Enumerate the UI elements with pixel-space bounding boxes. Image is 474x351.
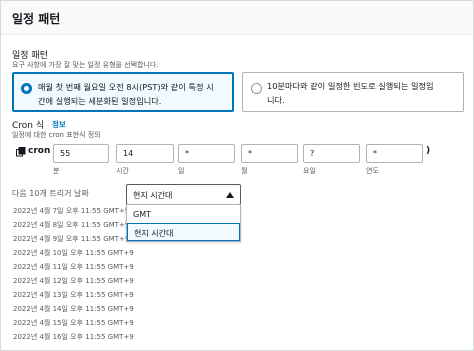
- cron-minutes-input[interactable]: 55: [53, 144, 109, 163]
- trigger-date-10: 2022년 4월 16일 오후 11:55 GMT+9: [13, 333, 134, 341]
- trigger-date-1: 2022년 4월 7일 오후 11:55 GMT+9: [13, 207, 130, 215]
- trigger-date-5: 2022년 4월 11일 오후 11:55 GMT+9: [13, 263, 134, 271]
- radio-selected-icon[interactable]: [21, 83, 32, 94]
- cron-hours-caption: 시간: [116, 167, 129, 175]
- trigger-date-3: 2022년 4월 9일 오후 11:55 GMT+9: [13, 235, 130, 243]
- panel-title: 일정 패턴: [12, 12, 61, 26]
- pattern-option-rate-line2: 니다.: [267, 95, 285, 105]
- caret-up-icon: [226, 192, 234, 198]
- cron-day-of-week-caption: 요일: [303, 167, 316, 175]
- cron-day-of-month-caption: 일: [178, 167, 185, 175]
- copy-icon[interactable]: [16, 147, 26, 157]
- trigger-date-7: 2022년 4월 13일 오후 11:55 GMT+9: [13, 291, 134, 299]
- pattern-option-cron-line1: 매월 첫 번째 월요일 오전 8시(PST)와 같이 특정 시: [38, 82, 214, 92]
- trigger-dates-label: 다음 10개 트리거 날짜: [12, 189, 89, 198]
- panel-header: 일정 패턴: [1, 1, 473, 35]
- pattern-option-rate[interactable]: 10분마다와 같이 일정한 빈도로 실행되는 일정입 니다.: [242, 72, 464, 112]
- cron-year-caption: 연도: [366, 167, 379, 175]
- timezone-option-gmt[interactable]: GMT: [127, 206, 240, 224]
- pattern-option-cron[interactable]: 매월 첫 번째 월요일 오전 8시(PST)와 같이 특정 시 간에 실행되는 …: [12, 72, 234, 112]
- timezone-dropdown: GMT 현지 시간대: [126, 204, 241, 242]
- cron-hours-input[interactable]: 14: [116, 144, 174, 163]
- radio-unselected-icon[interactable]: [251, 83, 262, 94]
- cron-day-of-month-input[interactable]: *: [178, 144, 235, 163]
- pattern-option-cron-line2: 간에 실행되는 세분화된 일정입니다.: [38, 96, 162, 106]
- schedule-pattern-panel: 일정 패턴 일정 패턴 요구 사항에 가장 잘 맞는 일정 유형을 선택합니다.…: [0, 0, 474, 351]
- cron-suffix: ): [426, 146, 431, 156]
- cron-info-link[interactable]: 정보: [52, 119, 66, 130]
- cron-description: 일정에 대한 cron 표현식 정의: [12, 131, 101, 139]
- pattern-option-rate-line1: 10분마다와 같이 일정한 빈도로 실행되는 일정입: [267, 81, 434, 91]
- schedule-pattern-description: 요구 사항에 가장 잘 맞는 일정 유형을 선택합니다.: [12, 61, 159, 69]
- trigger-date-4: 2022년 4월 10일 오후 11:55 GMT+9: [13, 249, 134, 257]
- trigger-date-8: 2022년 4월 14일 오후 11:55 GMT+9: [13, 305, 134, 313]
- trigger-date-6: 2022년 4월 12일 오후 11:55 GMT+9: [13, 277, 134, 285]
- pattern-option-rate-text: 10분마다와 같이 일정한 빈도로 실행되는 일정입 니다.: [267, 79, 434, 107]
- cron-month-input[interactable]: *: [241, 144, 298, 163]
- pattern-option-cron-text: 매월 첫 번째 월요일 오전 8시(PST)와 같이 특정 시 간에 실행되는 …: [38, 80, 214, 108]
- timezone-option-local[interactable]: 현지 시간대: [127, 223, 240, 241]
- timezone-select-value: 현지 시간대: [133, 191, 173, 200]
- cron-day-of-week-input[interactable]: ?: [303, 144, 360, 163]
- cron-year-input[interactable]: *: [366, 144, 423, 163]
- cron-month-caption: 월: [241, 167, 248, 175]
- timezone-select[interactable]: 현지 시간대: [126, 184, 241, 205]
- cron-minutes-caption: 분: [53, 167, 60, 175]
- trigger-date-2: 2022년 4월 8일 오후 11:55 GMT+9: [13, 221, 130, 229]
- trigger-date-9: 2022년 4월 15일 오후 11:55 GMT+9: [13, 319, 134, 327]
